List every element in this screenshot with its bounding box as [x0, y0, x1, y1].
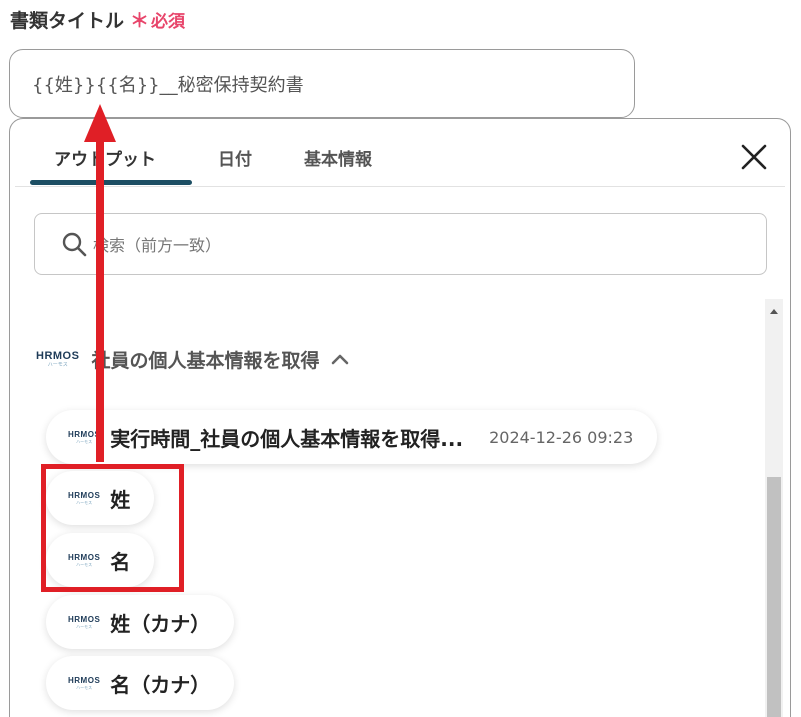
chevron-up-icon[interactable]: [329, 348, 351, 370]
scrollbar[interactable]: [765, 299, 783, 717]
search-placeholder: 検索（前方一致）: [93, 236, 222, 255]
required-mark: ＊: [130, 10, 150, 32]
output-item-last-name-kana[interactable]: HRMOS ハーモス 姓（カナ）: [46, 595, 235, 649]
scroll-thumb[interactable]: [767, 477, 781, 717]
required-text: 必須: [151, 12, 186, 32]
output-item-label: 姓（カナ）: [110, 611, 211, 636]
group-title: 社員の個人基本情報を取得: [91, 349, 320, 372]
output-item-execution-time[interactable]: HRMOS ハーモス 実行時間_社員の個人基本情報を取得... 2024-12-…: [46, 410, 658, 464]
annotation-highlight-box: [41, 464, 184, 592]
field-label-text: 書類タイトル: [10, 10, 125, 32]
output-item-label: 実行時間_社員の個人基本情報を取得...: [110, 426, 464, 451]
close-button[interactable]: [738, 141, 770, 173]
output-item-label: 名（カナ）: [110, 672, 211, 697]
tabs-divider: [15, 186, 785, 187]
hrmos-logo-icon: HRMOS ハーモス: [68, 675, 101, 690]
active-tab-indicator: [30, 180, 192, 185]
scroll-up-arrow-icon[interactable]: [765, 303, 783, 319]
field-label: 書類タイトル＊必須: [10, 6, 185, 33]
tab-basic-info[interactable]: 基本情報: [304, 145, 372, 170]
hrmos-logo-icon: HRMOS ハーモス: [68, 429, 101, 444]
search-input[interactable]: 検索（前方一致）: [34, 213, 767, 275]
hrmos-logo-icon: HRMOS ハーモス: [36, 349, 80, 368]
tab-output[interactable]: アウトプット: [54, 145, 156, 170]
tab-date[interactable]: 日付: [218, 145, 252, 170]
close-icon: [741, 144, 767, 170]
output-item-first-name-kana[interactable]: HRMOS ハーモス 名（カナ）: [46, 656, 235, 710]
document-title-input[interactable]: {{姓}}{{名}}__秘密保持契約書: [9, 49, 635, 118]
output-item-value: 2024-12-26 09:23: [489, 427, 634, 447]
document-title-value: {{姓}}{{名}}__秘密保持契約書: [32, 74, 304, 96]
search-icon: [62, 232, 87, 257]
group-header[interactable]: HRMOS ハーモス 社員の個人基本情報を取得: [36, 341, 351, 377]
output-picker-panel: アウトプット 日付 基本情報 検索（前方一致） HRMOS ハーモス 社員の個人…: [9, 118, 791, 717]
hrmos-logo-icon: HRMOS ハーモス: [68, 614, 101, 629]
